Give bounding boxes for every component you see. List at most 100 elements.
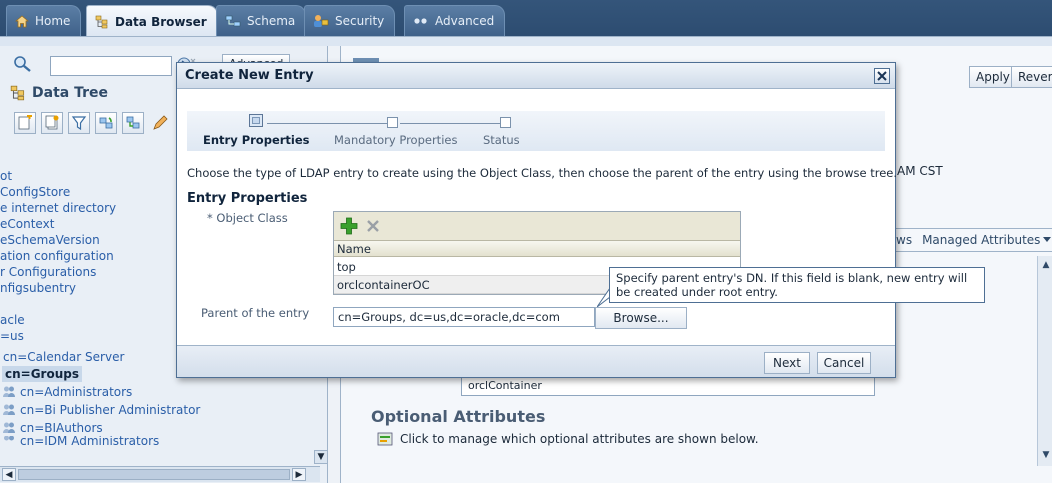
manage-attributes-icon[interactable]	[377, 430, 395, 448]
dots-icon	[413, 17, 429, 25]
tree-item[interactable]: cn=IDM Administrators	[2, 436, 159, 446]
tree-item[interactable]: nfigsubentry	[0, 280, 76, 296]
parent-entry-label: Parent of the entry	[201, 306, 310, 320]
move-icon	[125, 115, 141, 131]
refresh-button[interactable]	[95, 112, 117, 134]
tree-item[interactable]: cn=Calendar Server	[3, 349, 124, 365]
chevron-down-icon	[1043, 237, 1052, 243]
parent-entry-tooltip: Specify parent entry's DN. If this field…	[609, 267, 985, 303]
tab-data-browser[interactable]: Data Browser	[86, 5, 218, 37]
group-icon	[2, 403, 16, 417]
object-class-label-text: Object Class	[216, 211, 288, 225]
scroll-left-button[interactable]: ◀	[2, 468, 16, 481]
required-marker: *	[207, 211, 213, 225]
wizard-train: Entry Properties Mandatory Properties St…	[187, 111, 885, 151]
cancel-button[interactable]: Cancel	[817, 352, 871, 374]
create-entry-button[interactable]	[14, 112, 36, 134]
table-header-name[interactable]: Name	[334, 240, 740, 257]
create-like-button[interactable]	[41, 112, 63, 134]
search-input[interactable]	[50, 56, 172, 76]
tree-item[interactable]: cn=Bi Publisher Administrator	[2, 402, 200, 418]
search-icon[interactable]	[12, 55, 34, 73]
create-new-entry-dialog: Create New Entry Entry Properties Mandat…	[176, 62, 985, 378]
tab-security[interactable]: Security	[304, 5, 396, 36]
tree-horizontal-scrollbar[interactable]: ◀ ▶	[0, 466, 320, 482]
tab-label: Data Browser	[115, 14, 207, 29]
tree-item[interactable]: r Configurations	[0, 264, 96, 280]
delete-icon[interactable]	[366, 219, 380, 233]
next-button[interactable]: Next	[764, 352, 810, 374]
train-label: Mandatory Properties	[334, 133, 458, 147]
copy-entry-icon	[44, 115, 60, 131]
tree-scroll-down-button[interactable]: ▼	[314, 450, 328, 464]
apply-button[interactable]: Apply	[969, 66, 1017, 88]
tab-advanced[interactable]: Advanced	[404, 5, 506, 36]
group-icon	[2, 385, 16, 399]
security-icon	[313, 14, 329, 28]
modified-timestamp: AM CST	[897, 164, 943, 178]
tab-label: Advanced	[435, 14, 495, 28]
train-label: Entry Properties	[203, 133, 310, 147]
tree-item[interactable]: eSchemaVersion	[0, 232, 100, 248]
add-icon[interactable]	[340, 217, 358, 235]
tree-item-label: cn=Bi Publisher Administrator	[20, 403, 201, 417]
tree-item-label: cn=Administrators	[20, 385, 133, 399]
group-icon	[2, 421, 16, 435]
tree-item[interactable]: e internet directory	[0, 200, 116, 216]
tab-label: Home	[35, 14, 71, 28]
revert-button[interactable]: Revert	[1011, 66, 1052, 88]
parent-entry-input[interactable]	[333, 307, 595, 327]
tree-item-label: cn=BIAuthors	[20, 421, 103, 435]
train-stop-status[interactable]	[500, 117, 511, 128]
tree-item[interactable]: =us	[0, 328, 24, 344]
details-scrollbar[interactable]: ▲ ▼	[1037, 256, 1052, 466]
tree-item[interactable]: ConfigStore	[0, 184, 70, 200]
managed-attributes-menu[interactable]: Managed Attributes	[922, 233, 1052, 247]
dialog-title: Create New Entry	[177, 63, 895, 89]
group-icon	[2, 436, 16, 446]
tree-icon	[95, 15, 109, 29]
optional-attributes-hint-row: Click to manage which optional attribute…	[377, 430, 759, 448]
move-entry-button[interactable]	[122, 112, 144, 134]
tree-item[interactable]: ot	[0, 168, 12, 184]
refresh-icon	[98, 115, 114, 131]
tree-item[interactable]: cn=BIAuthors	[2, 420, 103, 436]
scroll-down-button[interactable]: ▼	[1039, 448, 1052, 462]
edit-entry-button[interactable]	[149, 112, 171, 134]
dialog-instructions: Choose the type of LDAP entry to create …	[187, 166, 897, 180]
tree-item[interactable]: ation configuration	[0, 248, 114, 264]
object-class-value: orclContainer	[461, 376, 875, 396]
optional-attributes-title: Optional Attributes	[371, 407, 546, 426]
tree-item-label: cn=IDM Administrators	[20, 436, 160, 446]
home-icon	[15, 14, 29, 28]
tree-item[interactable]: acle	[0, 312, 25, 328]
dialog-footer: Next Cancel	[177, 345, 895, 377]
schema-icon	[225, 15, 241, 27]
section-title: Entry Properties	[187, 191, 308, 206]
data-tree-title: Data Tree	[32, 85, 108, 101]
scroll-up-button[interactable]: ▲	[1039, 258, 1052, 272]
tree-icon	[10, 85, 26, 101]
new-entry-icon	[17, 115, 33, 131]
scroll-thumb[interactable]	[18, 469, 290, 480]
object-class-toolbar	[334, 212, 740, 240]
tree-item[interactable]: cn=Administrators	[2, 384, 132, 400]
filter-icon	[71, 115, 87, 131]
tab-fragment[interactable]: ws	[896, 233, 912, 247]
browse-button[interactable]: Browse...	[595, 307, 687, 329]
tree-item-selected[interactable]: cn=Groups	[2, 366, 82, 382]
object-class-label: * Object Class	[207, 211, 288, 225]
tree-item[interactable]: eContext	[0, 216, 54, 232]
tab-schema[interactable]: Schema	[216, 5, 307, 36]
close-dialog-button[interactable]	[874, 68, 890, 84]
scroll-right-button[interactable]: ▶	[292, 468, 306, 481]
tab-home[interactable]: Home	[6, 5, 82, 36]
filter-button[interactable]	[68, 112, 90, 134]
pencil-icon	[151, 114, 169, 132]
train-stop-mandatory-properties[interactable]	[387, 117, 398, 128]
tab-label: Schema	[247, 14, 296, 28]
managed-attributes-label: Managed Attributes	[922, 233, 1041, 247]
close-icon	[877, 71, 887, 81]
train-stop-entry-properties[interactable]	[249, 114, 263, 127]
optional-attributes-hint: Click to manage which optional attribute…	[400, 432, 759, 446]
